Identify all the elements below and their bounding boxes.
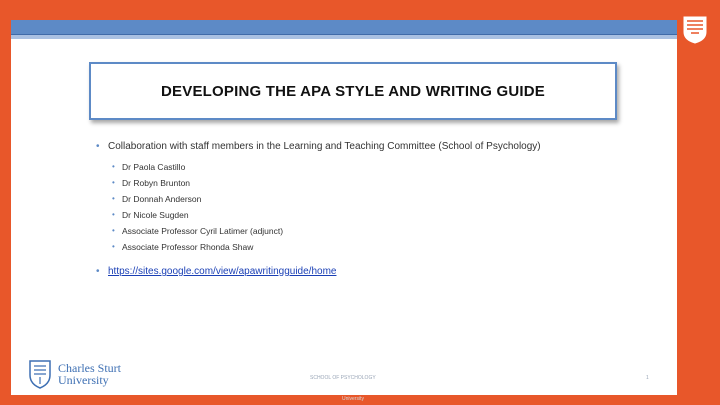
member-item: Dr Nicole Sugden (96, 207, 656, 223)
csu-crest-icon (29, 360, 51, 389)
below-slide-text: University (342, 396, 364, 402)
member-item: Associate Professor Cyril Latimer (adjun… (96, 223, 656, 239)
slide-title: DEVELOPING THE APA STYLE AND WRITING GUI… (161, 82, 545, 100)
guide-link[interactable]: https://sites.google.com/view/apawriting… (108, 266, 336, 277)
slide-header-bar (11, 20, 677, 39)
university-name: Charles Sturt University (58, 362, 121, 386)
university-logo: Charles Sturt University (28, 358, 138, 390)
member-item: Dr Robyn Brunton (96, 175, 656, 191)
bullet-list: Collaboration with staff members in the … (96, 140, 656, 279)
university-name-line2: University (58, 373, 109, 387)
slide-title-box: DEVELOPING THE APA STYLE AND WRITING GUI… (89, 62, 617, 120)
member-item: Associate Professor Rhonda Shaw (96, 239, 656, 255)
footer-school-text: SCHOOL OF PSYCHOLOGY (310, 375, 376, 381)
main-bullet: Collaboration with staff members in the … (96, 140, 656, 154)
member-item: Dr Donnah Anderson (96, 191, 656, 207)
csu-corner-logo-icon (683, 16, 707, 44)
member-item: Dr Paola Castillo (96, 159, 656, 175)
page-number: 1 (646, 375, 649, 381)
header-bar-highlight (11, 35, 677, 39)
link-bullet: https://sites.google.com/view/apawriting… (96, 265, 656, 279)
